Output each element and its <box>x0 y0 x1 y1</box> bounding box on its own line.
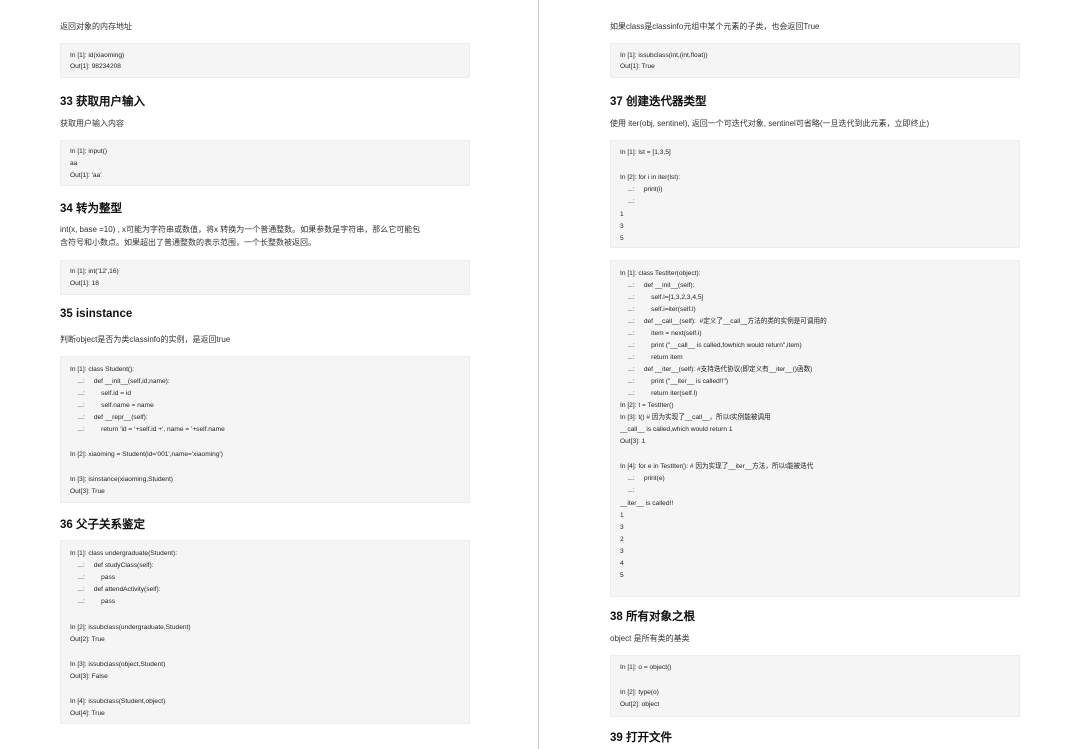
code-line: Out[4]: True <box>70 710 105 717</box>
code-line: Out[1]: 98234208 <box>70 63 121 70</box>
code-line: In [1]: input() <box>70 148 108 155</box>
code-line: ...: def studyClass(self): <box>70 562 154 569</box>
right-page: 如果class是classinfo元组中某个元素的子类，也会返回True In … <box>610 0 1020 749</box>
code-line: In [1]: o = object() <box>620 664 672 671</box>
code-line: In [4]: issubclass(Student,object) <box>70 698 166 705</box>
code-line: ...: return 'id = '+self.id +', name = '… <box>70 426 225 433</box>
code-line: ...: return iter(self.l) <box>620 390 698 397</box>
code-line: In [2]: xiaoming = Student(id='001',name… <box>70 451 223 458</box>
code-line: ...: self.name = name <box>70 402 154 409</box>
code-line: ...: return item <box>620 354 683 361</box>
code-line: ...: def __init__(self): <box>620 282 695 289</box>
code-line: ...: <box>620 487 635 494</box>
heading-39: 39 打开文件 <box>610 732 672 744</box>
heading-37: 37 创建迭代器类型 <box>610 96 707 108</box>
code-line: ...: def __repr__(self): <box>70 414 148 421</box>
code-line: In [1]: lst = [1,3,5] <box>620 149 671 156</box>
code-line: In [1]: issubclass(int,(int,float)) <box>620 52 708 59</box>
code-line: 4 <box>620 560 624 567</box>
paragraph-37: 使用 iter(obj, sentinel), 返回一个可迭代对象, senti… <box>610 119 930 128</box>
code-block-iter-list: In [1]: lst = [1,3,5] In [2]: for i in i… <box>610 140 1020 248</box>
paragraph-38: object 是所有类的基类 <box>610 634 690 643</box>
code-line: ...: print(e) <box>620 475 665 482</box>
heading-33: 33 获取用户输入 <box>60 96 145 108</box>
code-line: In [2]: t = TestIter() <box>620 402 674 409</box>
code-line: ...: self.id = id <box>70 390 132 397</box>
heading-38: 38 所有对象之根 <box>610 611 695 623</box>
paragraph-33: 获取用户输入内容 <box>60 119 124 128</box>
code-line: In [2]: for i in iter(lst): <box>620 174 681 181</box>
code-line: ...: print(i) <box>620 186 663 193</box>
code-block-int: In [1]: int('12',16) Out[1]: 18 <box>60 260 470 295</box>
code-line: Out[1]: 'aa' <box>70 172 102 179</box>
code-line: ...: self.i=iter(self.l) <box>620 306 696 313</box>
code-line: 3 <box>620 548 624 555</box>
code-block-input: In [1]: input() aa Out[1]: 'aa' <box>60 140 470 186</box>
code-line: aa <box>70 160 78 167</box>
code-line: __call__ is called,which would return 1 <box>620 426 733 433</box>
code-line: ...: <box>620 198 635 205</box>
code-line: ...: def __iter__(self): #支持迭代协议(即定义有__i… <box>620 366 813 373</box>
code-line: 5 <box>620 572 624 579</box>
paragraph-35: 判断object是否为类classinfo的实例，是返回true <box>60 335 231 344</box>
code-line: In [4]: for e in TestIter(): # 因为实现了__it… <box>620 463 814 470</box>
code-line: ...: pass <box>70 574 116 581</box>
left-page: 返回对象的内存地址 In [1]: id(xiaoming) Out[1]: 9… <box>60 0 470 749</box>
paragraph-memory-address: 返回对象的内存地址 <box>60 22 132 31</box>
code-line: 2 <box>620 536 624 543</box>
code-line: ...: print ("__iter__ is called!!") <box>620 378 729 385</box>
code-line: In [1]: class TestIter(object): <box>620 270 701 277</box>
code-block-isinstance: In [1]: class Student(): ...: def __init… <box>60 356 470 503</box>
code-line: Out[1]: True <box>620 63 655 70</box>
code-line: ...: self.l=[1,3,2,3,4,5] <box>620 294 704 301</box>
code-line: In [3]: isinstance(xiaoming,Student) <box>70 476 173 483</box>
code-line: In [1]: class undergraduate(Student): <box>70 550 178 557</box>
code-line: Out[3]: True <box>70 488 105 495</box>
code-line: ...: item = next(self.i) <box>620 330 702 337</box>
code-block-object: In [1]: o = object() In [2]: type(o) Out… <box>610 655 1020 717</box>
code-line: In [1]: id(xiaoming) <box>70 52 125 59</box>
heading-34: 34 转为整型 <box>60 203 122 215</box>
heading-35: 35 isinstance <box>60 308 133 320</box>
code-line: ...: def __init__(self,id,name): <box>70 378 170 385</box>
code-line: 1 <box>620 512 624 519</box>
code-block-testiter: In [1]: class TestIter(object): ...: def… <box>610 260 1020 597</box>
code-line: In [3]: issubclass(object,Student) <box>70 661 166 668</box>
code-line: ...: print ("__call__ is called,fowhich … <box>620 342 802 349</box>
heading-36: 36 父子关系鉴定 <box>60 519 145 531</box>
paragraph-34-line1: int(x, base =10) , x可能为字符串或数值，将x 转换为一个普通… <box>60 225 421 234</box>
paragraph-34-line2: 含符号和小数点。如果超出了普通整数的表示范围，一个长整数被返回。 <box>60 238 316 247</box>
code-line: __iter__ is called!! <box>620 500 674 507</box>
code-line: ...: pass <box>70 598 116 605</box>
code-line: In [2]: issubclass(undergraduate,Student… <box>70 624 191 631</box>
code-line: 5 <box>620 235 624 242</box>
code-line: Out[3]: 1 <box>620 438 646 445</box>
code-line: 3 <box>620 223 624 230</box>
code-line: In [2]: type(o) <box>620 689 659 696</box>
code-line: 1 <box>620 211 624 218</box>
code-line: In [1]: class Student(): <box>70 366 135 373</box>
code-block-issubclass: In [1]: class undergraduate(Student): ..… <box>60 540 470 724</box>
code-line: 3 <box>620 524 624 531</box>
code-block-issubclass-tuple: In [1]: issubclass(int,(int,float)) Out[… <box>610 43 1020 78</box>
code-line: Out[2]: True <box>70 636 105 643</box>
code-line: Out[1]: 18 <box>70 280 99 287</box>
code-line: In [1]: int('12',16) <box>70 268 119 275</box>
code-block-id: In [1]: id(xiaoming) Out[1]: 98234208 <box>60 43 470 78</box>
code-line: Out[2]: object <box>620 701 660 708</box>
code-line: In [3]: t() # 因为实现了__call__，所以t实例能被调用 <box>620 414 771 421</box>
code-line: ...: def attendActivity(self): <box>70 586 161 593</box>
paragraph-subclass-tuple: 如果class是classinfo元组中某个元素的子类，也会返回True <box>610 22 820 31</box>
code-line: ...: def __call__(self): #定义了__call__方法的… <box>620 318 827 325</box>
page-divider <box>538 0 539 749</box>
code-line: Out[3]: False <box>70 673 108 680</box>
